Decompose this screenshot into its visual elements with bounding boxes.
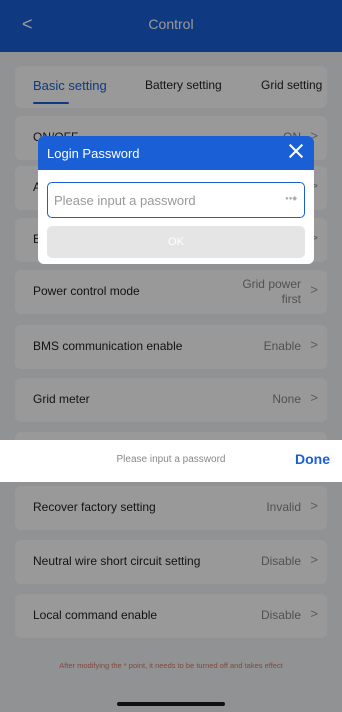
- password-field-container: ●●◆: [47, 182, 305, 218]
- close-icon[interactable]: [286, 141, 306, 161]
- keyboard-accessory-bar: Please input a password Done: [0, 440, 342, 482]
- dialog-title: Login Password: [47, 146, 140, 161]
- keyboard-hint-text: Please input a password: [116, 454, 226, 465]
- password-key-icon[interactable]: ●●◆: [285, 195, 297, 202]
- home-indicator[interactable]: [117, 702, 225, 706]
- dialog-header: Login Password: [38, 136, 314, 170]
- login-password-dialog: Login Password ●●◆ OK: [38, 136, 314, 264]
- done-button[interactable]: Done: [295, 451, 330, 467]
- ok-button[interactable]: OK: [47, 226, 305, 258]
- modal-overlay[interactable]: [0, 0, 342, 712]
- password-input[interactable]: [54, 191, 274, 209]
